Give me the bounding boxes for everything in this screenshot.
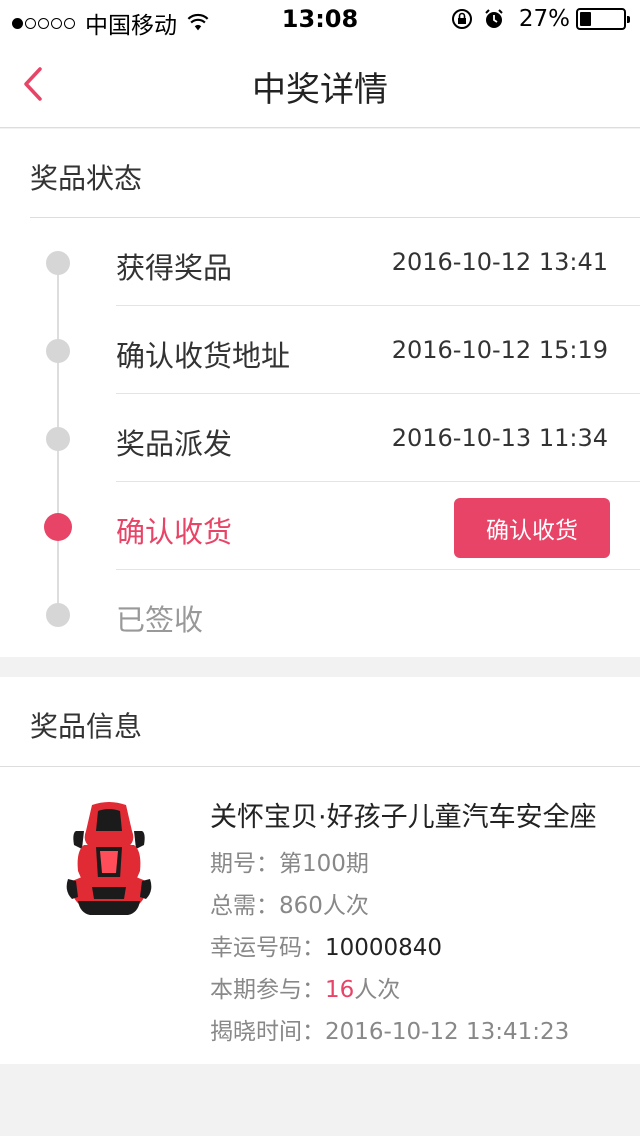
step-time: 2016-10-12 15:19 xyxy=(391,336,608,364)
step-label: 确认收货 xyxy=(116,515,233,549)
step-time: 2016-10-12 13:41 xyxy=(391,248,608,276)
lucky-number-info: 幸运号码：10000840 xyxy=(210,928,442,962)
timeline-step-address: 确认收货地址 2016-10-12 15:19 xyxy=(0,306,640,394)
divider xyxy=(0,766,640,767)
step-label: 奖品派发 xyxy=(116,427,233,461)
status-bar: 中国移动 13:08 27% xyxy=(0,0,640,40)
product-name[interactable]: 关怀宝贝·好孩子儿童汽车安全座 xyxy=(210,795,597,834)
period-value: 第100期 xyxy=(279,851,369,877)
timeline-step-dispatched: 奖品派发 2016-10-13 11:34 xyxy=(0,394,640,482)
lucky-number-value: 10000840 xyxy=(325,935,443,961)
step-time: 2016-10-13 11:34 xyxy=(391,424,608,452)
section-title: 奖品状态 xyxy=(30,162,143,195)
timeline-node-active xyxy=(44,513,72,541)
battery-icon xyxy=(576,8,630,30)
timeline-node xyxy=(46,251,70,275)
total-value: 860人次 xyxy=(279,893,369,919)
participation-label: 本期参与： xyxy=(210,977,325,1003)
lucky-number-label: 幸运号码： xyxy=(210,935,325,961)
timeline-node xyxy=(46,603,70,627)
confirm-receipt-button[interactable]: 确认收货 xyxy=(454,498,610,558)
total-label: 总需： xyxy=(210,893,279,919)
timeline-step-won: 获得奖品 2016-10-12 13:41 xyxy=(0,218,640,306)
step-label: 确认收货地址 xyxy=(116,339,291,373)
step-label: 已签收 xyxy=(116,603,204,637)
participation-unit: 人次 xyxy=(354,977,401,1003)
prize-info-section: 奖品信息 关怀宝贝·好孩子儿童汽车安全座 期号：第100期 总需：860人次 幸… xyxy=(0,677,640,1064)
section-title: 奖品信息 xyxy=(30,710,143,743)
page-title: 中奖详情 xyxy=(252,70,388,110)
reveal-time-info: 揭晓时间：2016-10-12 13:41:23 xyxy=(210,1012,569,1046)
period-label: 期号： xyxy=(210,851,279,877)
alarm-icon xyxy=(485,9,503,28)
participation-count: 16 xyxy=(325,977,355,1003)
timeline-node xyxy=(46,339,70,363)
reveal-time-value: 2016-10-12 13:41:23 xyxy=(325,1019,570,1045)
prize-status-section: 奖品状态 获得奖品 2016-10-12 13:41 确认收货地址 2016-1… xyxy=(0,129,640,657)
total-info: 总需：860人次 xyxy=(210,886,369,920)
period-info: 期号：第100期 xyxy=(210,844,369,878)
product-image[interactable] xyxy=(62,801,156,919)
navigation-bar: 中奖详情 xyxy=(0,40,640,128)
reveal-time-label: 揭晓时间： xyxy=(210,1019,325,1045)
timeline-step-confirm-receipt: 确认收货 确认收货 xyxy=(0,482,640,570)
battery-percentage: 27% xyxy=(518,6,570,32)
orientation-lock-icon xyxy=(451,9,472,29)
timeline-step-signed: 已签收 xyxy=(0,570,640,658)
participation-info: 本期参与：16人次 xyxy=(210,970,400,1004)
step-label: 获得奖品 xyxy=(116,251,233,285)
timeline-node xyxy=(46,427,70,451)
